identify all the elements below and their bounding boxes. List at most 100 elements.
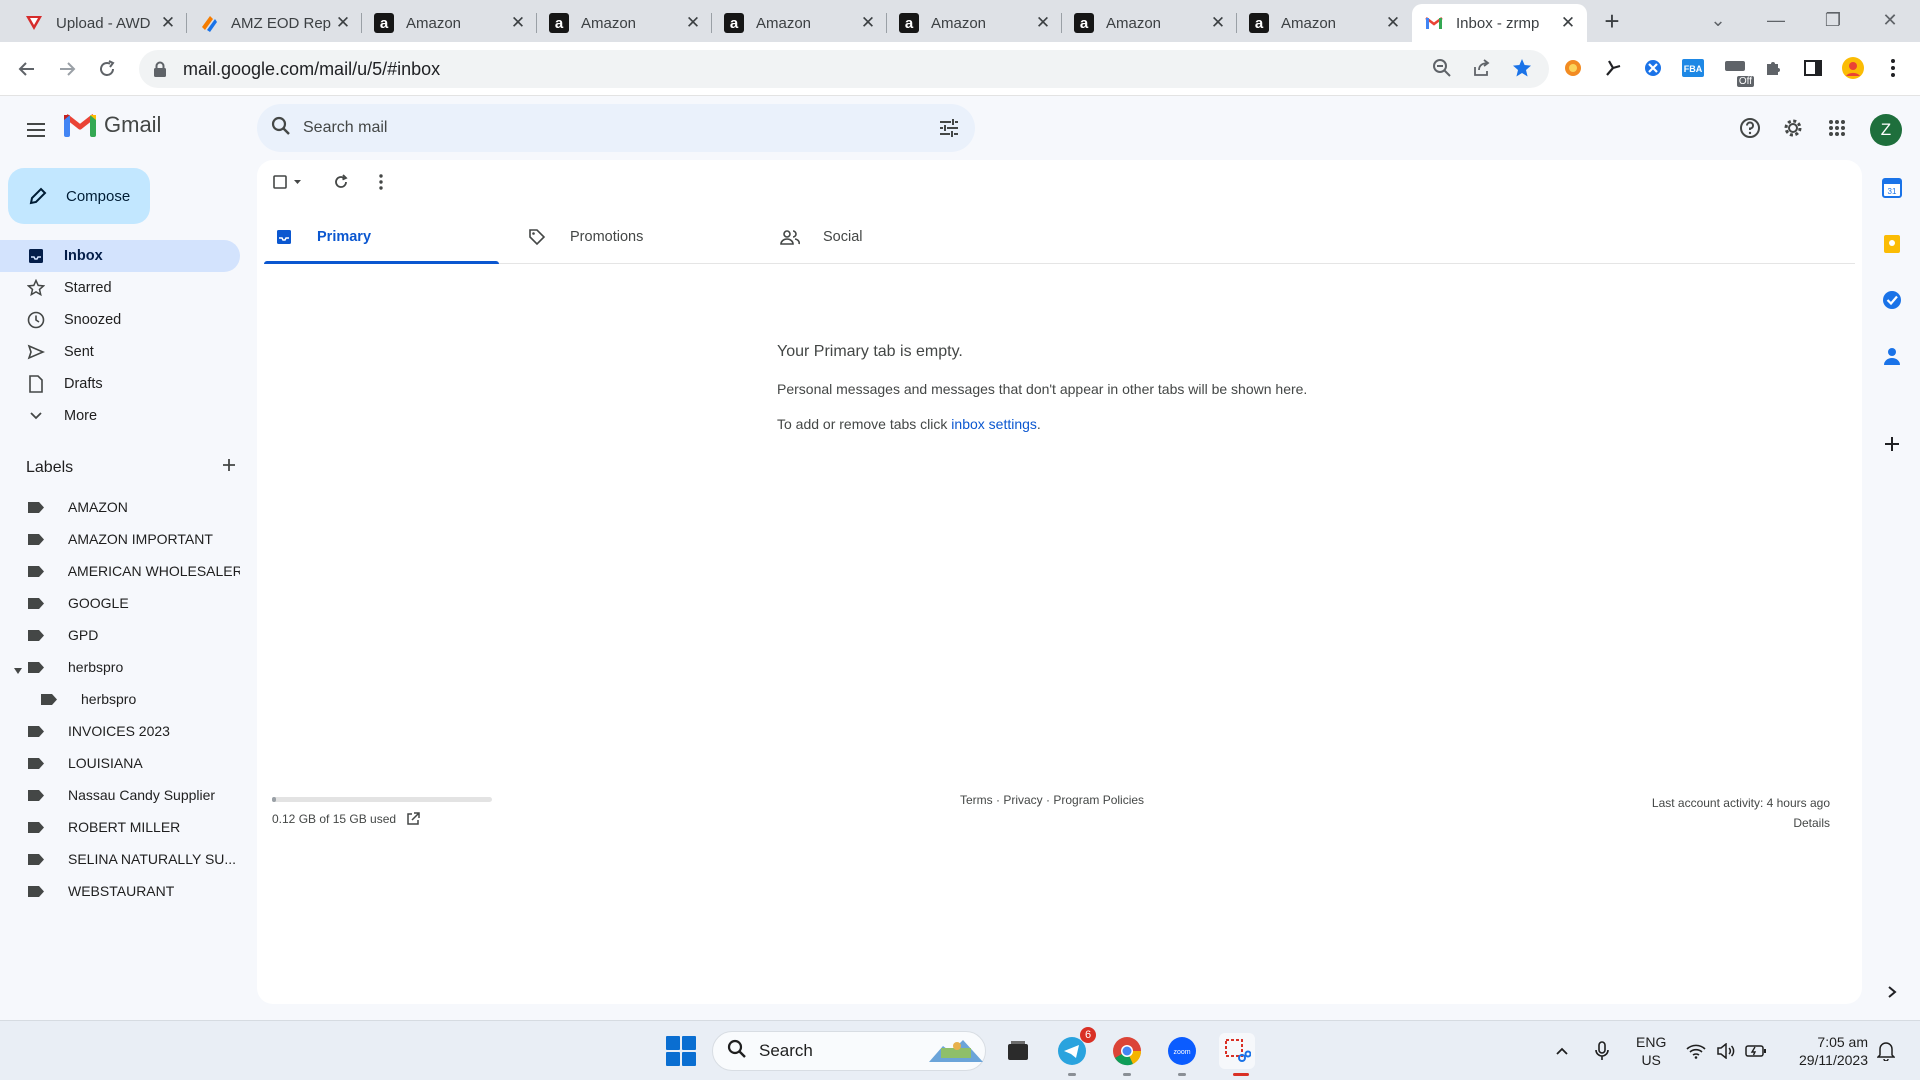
fba-extension-icon[interactable]: FBA xyxy=(1680,55,1706,81)
extension-off-icon[interactable]: Off xyxy=(1722,55,1754,87)
label-item[interactable]: AMAZON IMPORTANT xyxy=(0,523,240,555)
telegram-icon[interactable]: 6 xyxy=(1054,1027,1096,1069)
browser-tab[interactable]: a Amazon ✕ xyxy=(537,4,712,42)
more-options-icon[interactable] xyxy=(369,170,393,194)
new-tab-button[interactable]: + xyxy=(1598,8,1626,36)
google-apps-icon[interactable] xyxy=(1821,112,1853,144)
minimize-button[interactable]: — xyxy=(1756,6,1796,34)
browser-tab-active[interactable]: Inbox - zrmp ✕ xyxy=(1412,4,1587,42)
taskbar-search[interactable]: Search xyxy=(712,1031,986,1071)
extension-icon[interactable] xyxy=(1640,55,1666,81)
browser-tab[interactable]: a Amazon ✕ xyxy=(362,4,537,42)
browser-tab[interactable]: a Amazon ✕ xyxy=(1237,4,1412,42)
nav-item-more[interactable]: More xyxy=(0,400,240,432)
label-item[interactable]: herbspro xyxy=(0,651,240,683)
label-collapse-icon[interactable] xyxy=(13,662,23,678)
task-view-icon[interactable] xyxy=(1000,1033,1036,1069)
clock[interactable]: 7:05 am 29/11/2023 xyxy=(1782,1033,1868,1069)
bookmark-star-icon[interactable] xyxy=(1508,54,1536,82)
calendar-icon[interactable]: 31 xyxy=(1878,174,1906,202)
close-tab-icon[interactable]: ✕ xyxy=(1559,13,1577,33)
nav-item-inbox[interactable]: Inbox xyxy=(0,240,240,272)
label-item[interactable]: WEBSTAURANT xyxy=(0,875,240,907)
lock-icon[interactable] xyxy=(153,61,173,77)
select-checkbox[interactable] xyxy=(271,170,307,194)
nav-item-starred[interactable]: Starred xyxy=(0,272,240,304)
tab-promotions[interactable]: Promotions xyxy=(526,210,643,264)
close-window-button[interactable]: ✕ xyxy=(1870,6,1910,34)
contacts-icon[interactable] xyxy=(1878,342,1906,370)
label-item[interactable]: INVOICES 2023 xyxy=(0,715,240,747)
get-addons-icon[interactable] xyxy=(1878,430,1906,458)
volume-icon[interactable] xyxy=(1714,1039,1738,1063)
browser-tab[interactable]: a Amazon ✕ xyxy=(1062,4,1237,42)
storage-usage[interactable]: 0.12 GB of 15 GB used xyxy=(272,812,420,826)
program-policies-link[interactable]: Program Policies xyxy=(1053,793,1144,807)
extensions-puzzle-icon[interactable] xyxy=(1760,55,1786,81)
label-item[interactable]: AMERICAN WHOLESALER xyxy=(0,555,240,587)
zoom-app-icon[interactable]: zoom xyxy=(1164,1033,1200,1069)
settings-gear-icon[interactable] xyxy=(1777,112,1809,144)
browser-tab[interactable]: Upload - AWD ✕ xyxy=(12,4,187,42)
language-indicator[interactable]: ENG US xyxy=(1636,1033,1666,1069)
gmail-logo[interactable]: Gmail xyxy=(64,112,161,138)
keep-icon[interactable] xyxy=(1878,230,1906,258)
browser-menu-icon[interactable] xyxy=(1880,55,1906,81)
close-tab-icon[interactable]: ✕ xyxy=(334,13,352,33)
profile-icon[interactable] xyxy=(1840,55,1866,81)
label-item[interactable]: LOUISIANA xyxy=(0,747,240,779)
browser-tab[interactable]: AMZ EOD Rep ✕ xyxy=(187,4,362,42)
label-item[interactable]: AMAZON xyxy=(0,491,240,523)
privacy-link[interactable]: Privacy xyxy=(1003,793,1042,807)
wifi-icon[interactable] xyxy=(1684,1039,1708,1063)
refresh-icon[interactable] xyxy=(329,170,353,194)
tab-primary[interactable]: Primary xyxy=(273,210,371,264)
main-menu-button[interactable] xyxy=(22,116,50,144)
label-item[interactable]: GPD xyxy=(0,619,240,651)
close-tab-icon[interactable]: ✕ xyxy=(684,13,702,33)
account-avatar[interactable]: Z xyxy=(1870,114,1902,146)
chevron-up-icon[interactable] xyxy=(1550,1039,1574,1063)
inbox-settings-link[interactable]: inbox settings xyxy=(951,416,1037,432)
windows-start-icon[interactable] xyxy=(666,1036,696,1066)
side-panel-icon[interactable] xyxy=(1800,55,1826,81)
close-tab-icon[interactable]: ✕ xyxy=(1384,13,1402,33)
chrome-icon[interactable] xyxy=(1109,1033,1145,1069)
close-tab-icon[interactable]: ✕ xyxy=(1209,13,1227,33)
add-label-icon[interactable] xyxy=(222,458,236,477)
search-input[interactable]: Search mail xyxy=(303,119,929,137)
search-bar[interactable]: Search mail xyxy=(257,104,975,152)
browser-tab[interactable]: a Amazon ✕ xyxy=(712,4,887,42)
extension-icon[interactable] xyxy=(1560,55,1586,81)
snipping-tool-icon[interactable] xyxy=(1219,1033,1255,1069)
label-item-child[interactable]: herbspro xyxy=(0,683,240,715)
back-button[interactable] xyxy=(12,54,42,84)
tasks-icon[interactable] xyxy=(1878,286,1906,314)
share-icon[interactable] xyxy=(1468,54,1496,82)
restore-button[interactable]: ❐ xyxy=(1813,6,1853,34)
compose-button[interactable]: Compose xyxy=(8,168,150,224)
address-bar[interactable]: mail.google.com/mail/u/5/#inbox xyxy=(139,50,1549,88)
close-tab-icon[interactable]: ✕ xyxy=(1034,13,1052,33)
forward-button[interactable] xyxy=(52,54,82,84)
terms-link[interactable]: Terms xyxy=(960,793,993,807)
open-external-icon[interactable] xyxy=(406,812,420,826)
extension-icon[interactable] xyxy=(1600,55,1626,81)
reload-button[interactable] xyxy=(92,54,122,84)
zoom-icon[interactable] xyxy=(1428,54,1456,82)
nav-item-sent[interactable]: Sent xyxy=(0,336,240,368)
nav-item-drafts[interactable]: Drafts xyxy=(0,368,240,400)
close-tab-icon[interactable]: ✕ xyxy=(859,13,877,33)
notifications-bell-icon[interactable] xyxy=(1874,1039,1898,1063)
search-options-icon[interactable] xyxy=(929,108,969,148)
close-tab-icon[interactable]: ✕ xyxy=(159,13,177,33)
label-item[interactable]: Nassau Candy Supplier xyxy=(0,779,240,811)
close-tab-icon[interactable]: ✕ xyxy=(509,13,527,33)
microphone-icon[interactable] xyxy=(1590,1039,1614,1063)
label-item[interactable]: ROBERT MILLER xyxy=(0,811,240,843)
battery-icon[interactable] xyxy=(1744,1039,1768,1063)
tab-search-icon[interactable]: ⌄ xyxy=(1698,6,1738,34)
label-item[interactable]: GOOGLE xyxy=(0,587,240,619)
nav-item-snoozed[interactable]: Snoozed xyxy=(0,304,240,336)
details-link[interactable]: Details xyxy=(1652,813,1830,833)
